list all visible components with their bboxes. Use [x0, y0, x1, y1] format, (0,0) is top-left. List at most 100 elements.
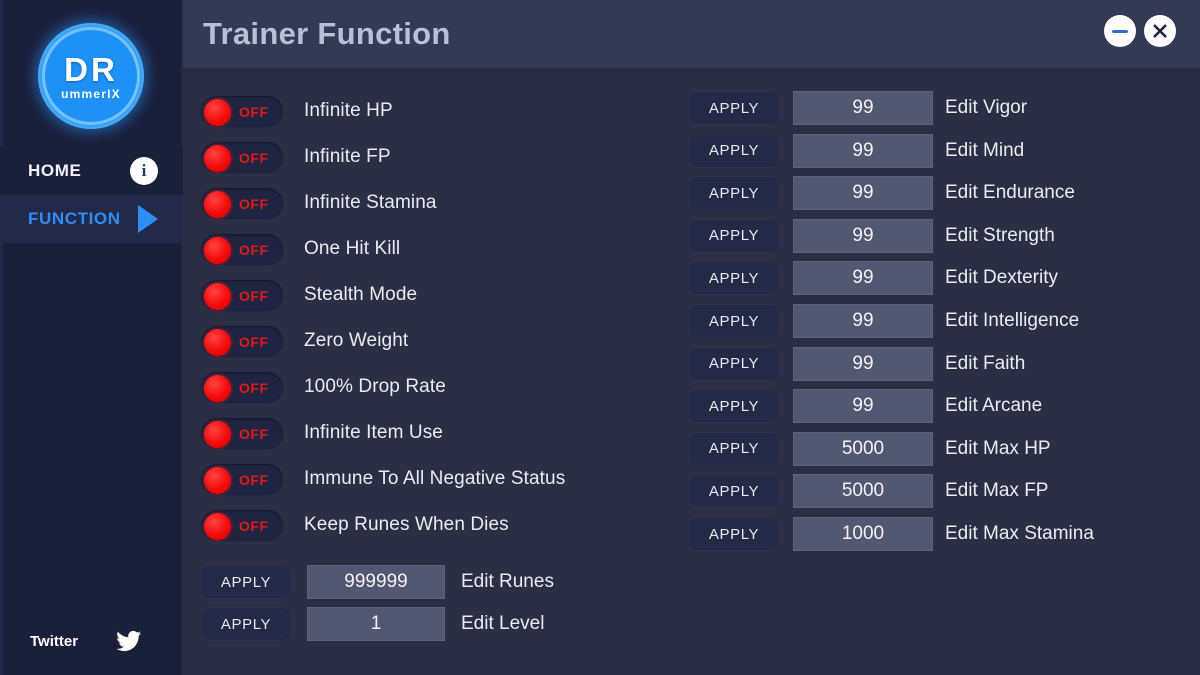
logo-text: DR ummerIX: [38, 23, 144, 129]
value-input-edit-arcane[interactable]: 99: [793, 389, 933, 424]
field-label-edit-max-stamina: Edit Max Stamina: [945, 523, 1094, 544]
toggle-knob: [204, 144, 231, 172]
toggle-row: OFF Immune To All Negative Status: [200, 462, 565, 496]
page-title: Trainer Function: [203, 16, 451, 51]
toggle-immune-to-all-negative-status[interactable]: OFF: [200, 462, 284, 496]
apply-button-edit-runes[interactable]: APPLY: [200, 565, 292, 599]
minimize-icon: [1112, 29, 1128, 33]
apply-button-edit-max-fp[interactable]: APPLY: [688, 474, 780, 509]
field-label-edit-dexterity: Edit Dexterity: [945, 267, 1058, 289]
value-input-edit-strength[interactable]: 99: [793, 218, 933, 253]
toggle-infinite-item-use[interactable]: OFF: [200, 416, 284, 450]
field-label-edit-level: Edit Level: [461, 613, 545, 634]
toggle-knob: [204, 282, 231, 310]
toggle-zero-weight[interactable]: OFF: [200, 324, 284, 358]
toggle-keep-runes-when-dies[interactable]: OFF: [200, 508, 284, 542]
apply-button-edit-max-hp[interactable]: APPLY: [688, 431, 780, 466]
value-input-edit-intelligence[interactable]: 99: [793, 304, 933, 338]
toggle-infinite-hp[interactable]: OFF: [200, 94, 284, 128]
toggle-row: OFF Keep Runes When Dies: [200, 508, 509, 542]
toggle-state-label: OFF: [239, 195, 269, 212]
field-label-edit-endurance: Edit Endurance: [945, 182, 1075, 204]
twitter-link[interactable]: Twitter: [0, 623, 183, 659]
toggle-state-label: OFF: [239, 425, 269, 442]
toggle-state-label: OFF: [239, 103, 269, 120]
toggle-row: OFF Infinite Item Use: [200, 416, 443, 450]
apply-button-edit-mind[interactable]: APPLY: [688, 133, 780, 168]
minimize-button[interactable]: [1104, 15, 1136, 47]
info-icon[interactable]: i: [130, 157, 158, 185]
apply-button-edit-intelligence[interactable]: APPLY: [688, 304, 780, 338]
value-input-edit-dexterity[interactable]: 99: [793, 261, 933, 296]
field-row: APPLY 999999 Edit Runes: [200, 564, 554, 600]
field-label-edit-mind: Edit Mind: [945, 139, 1025, 161]
toggle-knob: [204, 98, 231, 126]
apply-button-edit-max-stamina[interactable]: APPLY: [688, 517, 780, 551]
twitter-label: Twitter: [30, 632, 79, 650]
field-label-edit-intelligence: Edit Intelligence: [945, 310, 1080, 331]
toggle-row: OFF Stealth Mode: [200, 278, 417, 312]
field-label-edit-vigor: Edit Vigor: [945, 97, 1028, 118]
value-input-edit-endurance[interactable]: 99: [793, 176, 933, 211]
toggle-knob: [204, 190, 231, 218]
sidebar-item-function-label: FUNCTION: [28, 209, 121, 228]
field-row: APPLY 99 Edit Arcane: [688, 388, 1042, 424]
field-label-edit-max-hp: Edit Max HP: [945, 437, 1051, 459]
field-row: APPLY 99 Edit Mind: [688, 133, 1024, 169]
trainer-window: DR ummerIX HOME i FUNCTION Twitter Train…: [0, 0, 1200, 675]
toggle-row: OFF Zero Weight: [200, 324, 408, 358]
apply-button-edit-vigor[interactable]: APPLY: [688, 91, 780, 125]
field-label-edit-arcane: Edit Arcane: [945, 395, 1043, 417]
toggle-label: One Hit Kill: [304, 238, 401, 259]
toggle-state-label: OFF: [239, 517, 269, 534]
value-input-edit-level[interactable]: 1: [307, 607, 445, 641]
title-bar: Trainer Function: [183, 0, 1200, 68]
toggle-row: OFF Infinite FP: [200, 140, 391, 174]
toggle-infinite-fp[interactable]: OFF: [200, 140, 284, 174]
apply-button-edit-arcane[interactable]: APPLY: [688, 389, 780, 424]
field-row: APPLY 5000 Edit Max HP: [688, 431, 1051, 467]
toggle-state-label: OFF: [239, 241, 269, 258]
value-input-edit-vigor[interactable]: 99: [793, 91, 933, 125]
field-row: APPLY 99 Edit Vigor: [688, 90, 1027, 126]
apply-button-edit-faith[interactable]: APPLY: [688, 346, 780, 381]
field-row: APPLY 99 Edit Strength: [688, 218, 1055, 254]
apply-button-edit-dexterity[interactable]: APPLY: [688, 261, 780, 296]
toggle-row: OFF Infinite HP: [200, 94, 393, 128]
value-input-edit-faith[interactable]: 99: [793, 346, 933, 381]
toggle-row: OFF One Hit Kill: [200, 232, 400, 266]
toggle-label: Infinite Stamina: [304, 192, 437, 213]
toggle-100-drop-rate[interactable]: OFF: [200, 370, 284, 404]
close-icon: [1153, 24, 1167, 38]
field-row: APPLY 99 Edit Dexterity: [688, 260, 1058, 296]
twitter-icon: [116, 630, 142, 652]
toggle-state-label: OFF: [239, 287, 269, 304]
field-label-edit-strength: Edit Strength: [945, 224, 1055, 246]
value-input-edit-runes[interactable]: 999999: [307, 565, 445, 599]
toggle-label: 100% Drop Rate: [304, 376, 446, 397]
close-button[interactable]: [1144, 15, 1176, 47]
toggle-stealth-mode[interactable]: OFF: [200, 278, 284, 312]
play-triangle-icon: [138, 205, 158, 233]
toggle-one-hit-kill[interactable]: OFF: [200, 232, 284, 266]
function-panel: OFF Infinite HP OFF Infinite FP OFF Infinite …: [183, 72, 1200, 675]
apply-button-edit-strength[interactable]: APPLY: [688, 218, 780, 253]
value-input-edit-max-fp[interactable]: 5000: [793, 474, 933, 509]
toggle-knob: [204, 374, 231, 402]
toggle-knob: [204, 466, 231, 494]
value-input-edit-mind[interactable]: 99: [793, 133, 933, 168]
toggle-label: Zero Weight: [304, 330, 409, 351]
toggle-infinite-stamina[interactable]: OFF: [200, 186, 284, 220]
apply-button-edit-level[interactable]: APPLY: [200, 607, 292, 641]
field-label-edit-max-fp: Edit Max FP: [945, 480, 1049, 502]
field-row: APPLY 5000 Edit Max FP: [688, 473, 1048, 509]
logo-sub-text: ummerIX: [61, 86, 121, 101]
field-label-edit-runes: Edit Runes: [461, 571, 554, 592]
app-logo: DR ummerIX: [38, 23, 144, 129]
apply-button-edit-endurance[interactable]: APPLY: [688, 176, 780, 211]
value-input-edit-max-hp[interactable]: 5000: [793, 431, 933, 466]
field-label-edit-faith: Edit Faith: [945, 352, 1026, 374]
toggle-label: Keep Runes When Dies: [304, 514, 509, 535]
toggle-label: Stealth Mode: [304, 284, 418, 305]
value-input-edit-max-stamina[interactable]: 1000: [793, 517, 933, 551]
